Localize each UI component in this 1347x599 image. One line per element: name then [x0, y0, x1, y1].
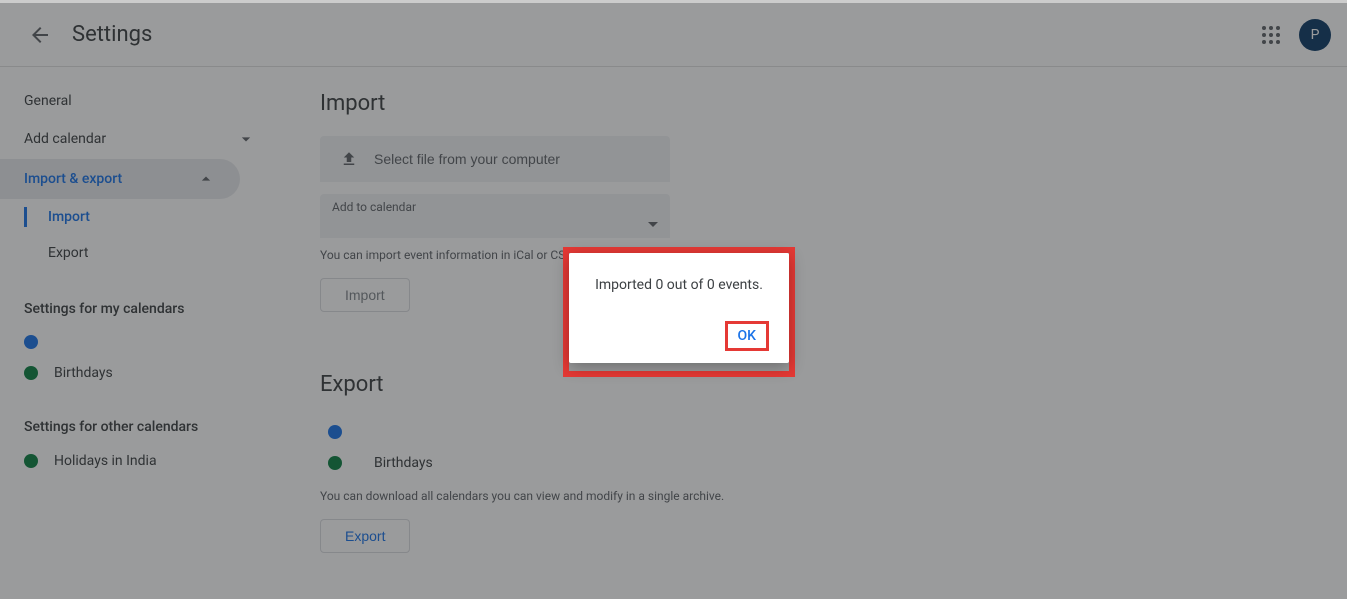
dialog-ok-button[interactable]: OK [725, 321, 770, 351]
dialog-message: Imported 0 out of 0 events. [589, 277, 769, 293]
import-result-dialog: Imported 0 out of 0 events. OK [569, 253, 789, 363]
